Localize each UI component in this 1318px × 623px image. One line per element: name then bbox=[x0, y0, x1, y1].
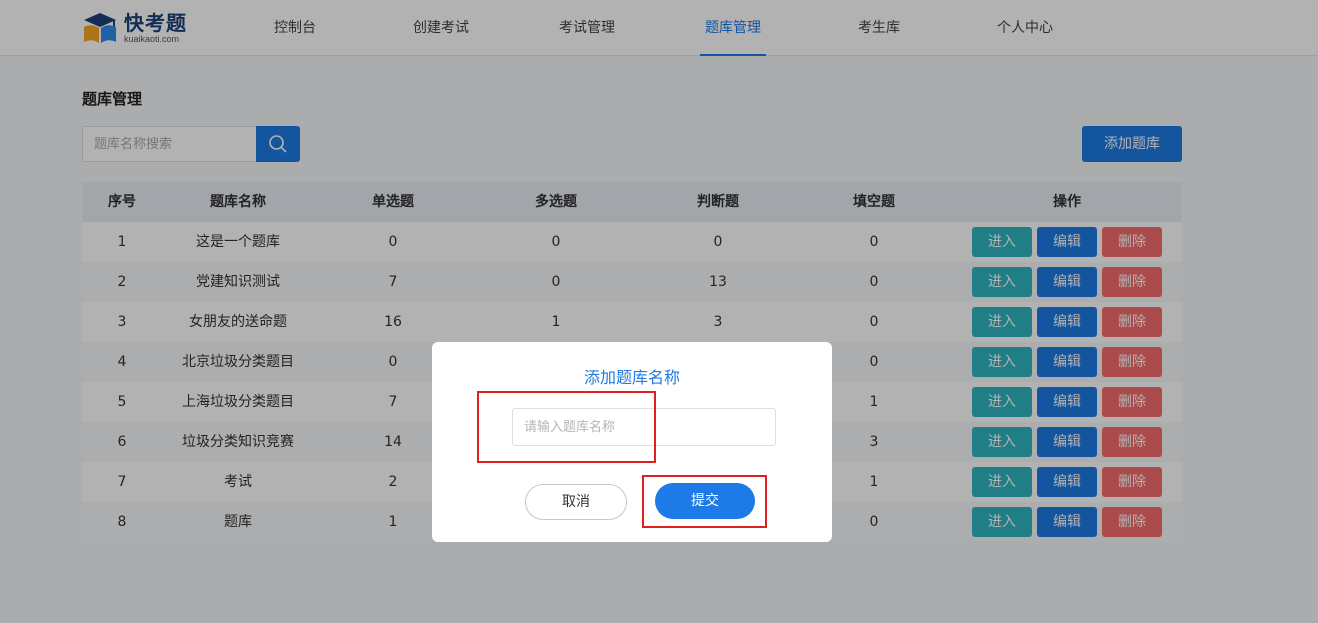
add-bank-dialog: 添加题库名称 取消 提交 bbox=[432, 342, 832, 542]
dialog-title: 添加题库名称 bbox=[583, 368, 680, 387]
submit-button[interactable]: 提交 bbox=[655, 483, 755, 519]
bank-name-input[interactable] bbox=[512, 408, 776, 446]
cancel-button[interactable]: 取消 bbox=[525, 484, 627, 520]
